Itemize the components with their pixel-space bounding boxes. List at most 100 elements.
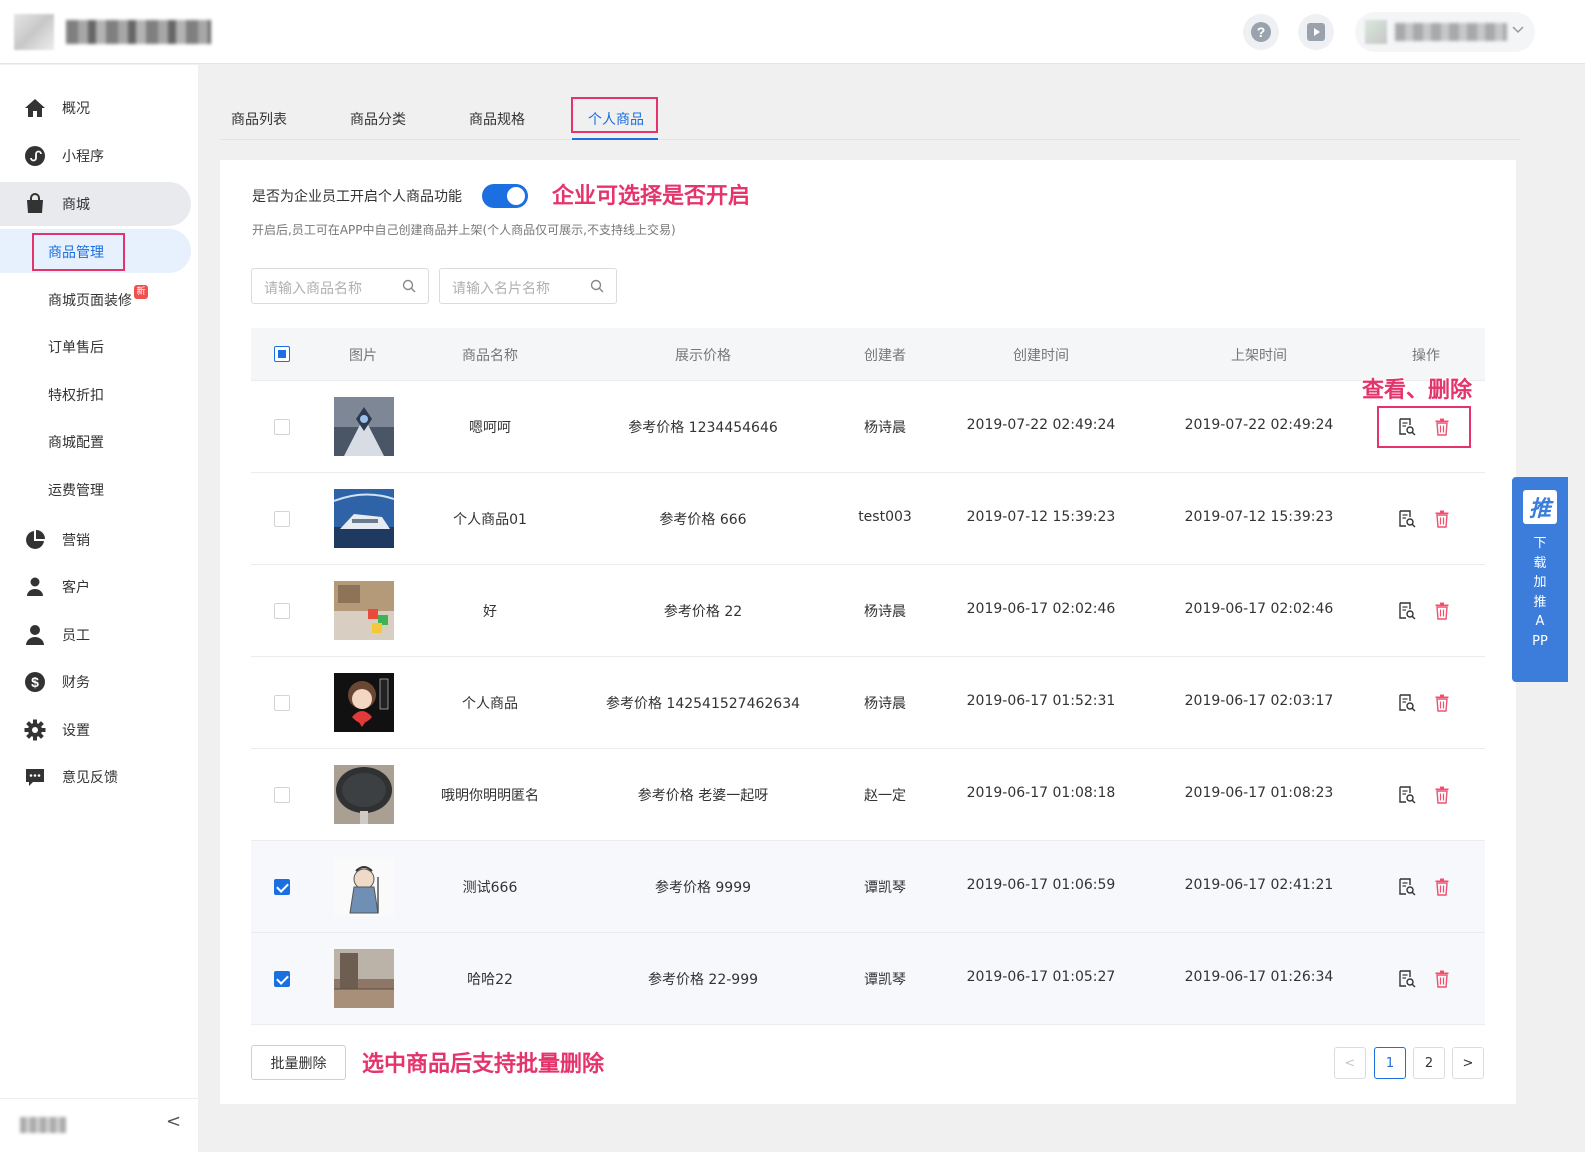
- listed-time: 2019-06-17 01:26:34: [1184, 969, 1334, 985]
- delete-icon[interactable]: [1435, 786, 1449, 804]
- product-creator: 谭凯琴: [864, 880, 906, 896]
- view-icon[interactable]: [1398, 970, 1416, 988]
- delete-icon[interactable]: [1435, 694, 1449, 712]
- svg-text:$: $: [31, 674, 39, 690]
- toggle-knob: [507, 187, 525, 205]
- column-header-image: 图片: [349, 348, 377, 364]
- personal-product-toggle[interactable]: [482, 184, 528, 208]
- pagination-page-1[interactable]: 1: [1374, 1047, 1406, 1079]
- sub-item-label: 运费管理: [48, 483, 104, 499]
- app-logo-icon: 推: [1523, 490, 1557, 524]
- column-header-name: 商品名称: [462, 348, 518, 364]
- created-time: 2019-06-17 01:06:59: [966, 877, 1116, 893]
- delete-icon[interactable]: [1435, 878, 1449, 896]
- product-thumbnail[interactable]: [334, 397, 394, 456]
- collapse-sidebar-button[interactable]: <: [166, 1111, 181, 1132]
- sub-item-mall-config[interactable]: 商城配置: [0, 419, 198, 463]
- help-icon[interactable]: ?: [1243, 14, 1279, 50]
- pagination-prev-button[interactable]: <: [1334, 1047, 1366, 1079]
- product-creator: 谭凯琴: [864, 972, 906, 988]
- dollar-icon: $: [25, 672, 45, 692]
- feedback-icon: [26, 769, 44, 786]
- chevron-down-icon: [1512, 26, 1524, 34]
- search-placeholder: 请输入名片名称: [452, 281, 550, 297]
- brand-name: [66, 20, 211, 44]
- delete-icon[interactable]: [1435, 970, 1449, 988]
- sub-item-discount[interactable]: 特权折扣: [0, 372, 198, 416]
- pagination-page-2[interactable]: 2: [1413, 1047, 1445, 1079]
- nav-label: 小程序: [62, 149, 104, 165]
- product-thumbnail[interactable]: [334, 857, 394, 916]
- view-icon[interactable]: [1398, 602, 1416, 620]
- select-all-checkbox[interactable]: [274, 346, 290, 362]
- search-icon[interactable]: [402, 279, 416, 293]
- download-app-float[interactable]: 推 下载加推APP: [1512, 477, 1568, 682]
- row-checkbox[interactable]: [274, 603, 290, 619]
- product-name: 嗯呵呵: [469, 420, 511, 436]
- table-row: 嗯呵呵 参考价格 1234454646 杨诗晨 2019-07-22 02:49…: [251, 381, 1485, 473]
- nav-item-finance[interactable]: $ 财务: [0, 660, 198, 704]
- search-icon[interactable]: [590, 279, 604, 293]
- created-time: 2019-06-17 01:05:27: [966, 969, 1116, 985]
- product-price: 参考价格 老婆一起呀: [637, 788, 769, 804]
- nav-item-mini-program[interactable]: 小程序: [0, 134, 198, 178]
- view-icon[interactable]: [1398, 786, 1416, 804]
- row-checkbox[interactable]: [274, 971, 290, 987]
- logo[interactable]: [14, 14, 54, 50]
- search-placeholder: 请输入商品名称: [264, 281, 362, 297]
- batch-delete-button[interactable]: 批量删除: [251, 1045, 346, 1080]
- row-checkbox[interactable]: [274, 787, 290, 803]
- nav-item-mall[interactable]: 商城: [0, 182, 191, 226]
- switch-label: 是否为企业员工开启个人商品功能: [252, 189, 462, 205]
- listed-time: 2019-06-17 02:03:17: [1184, 693, 1334, 709]
- product-name: 测试666: [462, 880, 518, 896]
- row-checkbox[interactable]: [274, 419, 290, 435]
- download-app-text: 下载加推APP: [1532, 536, 1548, 649]
- product-name: 个人商品: [462, 696, 518, 712]
- product-thumbnail[interactable]: [334, 765, 394, 824]
- row-checkbox[interactable]: [274, 511, 290, 527]
- product-thumbnail[interactable]: [334, 949, 394, 1008]
- pagination-next-button[interactable]: >: [1452, 1047, 1484, 1079]
- view-icon[interactable]: [1398, 878, 1416, 896]
- tab-product-category[interactable]: 商品分类: [350, 109, 406, 129]
- avatar: [1365, 20, 1387, 44]
- card-name-search[interactable]: 请输入名片名称: [439, 268, 617, 304]
- sub-item-orders[interactable]: 订单售后: [0, 324, 198, 368]
- product-price: 参考价格 666: [659, 512, 747, 528]
- active-tab-indicator: [572, 138, 658, 140]
- nav-item-employee[interactable]: 员工: [0, 613, 198, 657]
- view-icon[interactable]: [1398, 694, 1416, 712]
- sub-item-shipping[interactable]: 运费管理: [0, 467, 198, 511]
- nav-item-feedback[interactable]: 意见反馈: [0, 755, 198, 799]
- nav-item-marketing[interactable]: 营销: [0, 518, 198, 562]
- nav-item-customer[interactable]: 客户: [0, 565, 198, 609]
- product-creator: 杨诗晨: [864, 696, 906, 712]
- table-row: 测试666 参考价格 9999 谭凯琴 2019-06-17 01:06:59 …: [251, 841, 1485, 933]
- row-checkbox[interactable]: [274, 695, 290, 711]
- nav-label: 员工: [62, 628, 90, 644]
- user-name: [1395, 23, 1507, 41]
- view-icon[interactable]: [1398, 510, 1416, 528]
- delete-icon[interactable]: [1435, 510, 1449, 528]
- user-menu[interactable]: [1355, 12, 1535, 52]
- table-row: 哈哈22 参考价格 22-999 谭凯琴 2019-06-17 01:05:27…: [251, 933, 1485, 1025]
- nav-item-settings[interactable]: 设置: [0, 708, 198, 752]
- product-name-search[interactable]: 请输入商品名称: [251, 268, 429, 304]
- product-thumbnail[interactable]: [334, 581, 394, 640]
- row-checkbox[interactable]: [274, 879, 290, 895]
- mini-program-icon: [25, 146, 45, 166]
- created-time: 2019-07-12 15:39:23: [966, 509, 1116, 525]
- product-thumbnail[interactable]: [334, 489, 394, 548]
- sub-item-mall-decoration[interactable]: 商城页面装修 新: [0, 277, 198, 321]
- play-video-icon[interactable]: [1298, 14, 1334, 50]
- home-icon: [25, 99, 45, 117]
- nav-item-overview[interactable]: 概况: [0, 86, 198, 130]
- sidebar-footer: <: [0, 1098, 198, 1152]
- tab-product-list[interactable]: 商品列表: [231, 109, 287, 129]
- delete-icon[interactable]: [1435, 602, 1449, 620]
- product-thumbnail[interactable]: [334, 673, 394, 732]
- tab-product-spec[interactable]: 商品规格: [469, 109, 525, 129]
- annotation-box-active-tab: [571, 97, 658, 133]
- employee-icon: [26, 625, 44, 645]
